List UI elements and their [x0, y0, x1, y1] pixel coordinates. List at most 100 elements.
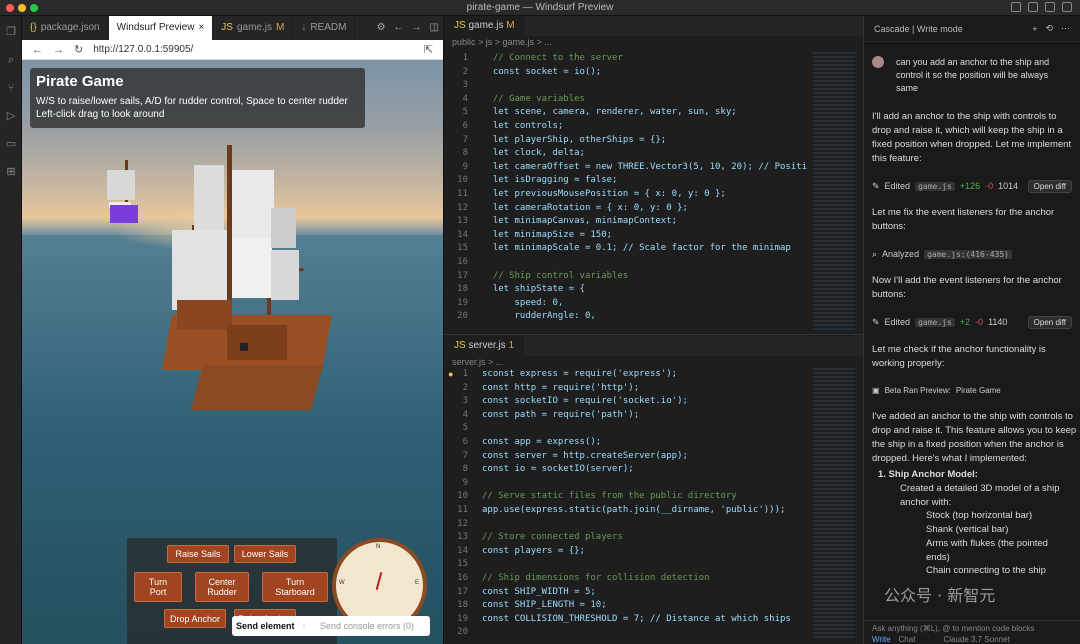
source-control-icon[interactable]: ⑂	[5, 82, 17, 94]
code-line[interactable]: 16	[444, 256, 814, 270]
code-line[interactable]: 1 sconst express = require('express');	[444, 368, 814, 382]
code-line[interactable]: 2 const http = require('http');	[444, 382, 814, 396]
lightbulb-icon[interactable]: ●	[448, 369, 453, 379]
back-arrow-icon[interactable]: ←	[32, 44, 43, 56]
code-line[interactable]: 17 const SHIP_WIDTH = 5;	[444, 586, 814, 600]
code-line[interactable]: 13 let minimapCanvas, minimapContext;	[444, 215, 814, 229]
code-line[interactable]: 18 let shipState = {	[444, 283, 814, 297]
code-line[interactable]: 20 rudderAngle: 0,	[444, 310, 814, 324]
analyze-icon: ⌕	[872, 248, 878, 259]
code-line[interactable]: 13 // Store connected players	[444, 531, 814, 545]
code-line[interactable]: 15	[444, 558, 814, 572]
code-line[interactable]: 19 speed: 0,	[444, 297, 814, 311]
code-line[interactable]: 8 const io = socketIO(server);	[444, 463, 814, 477]
code-area-server-js[interactable]: 1 sconst express = require('express'); 2 co…	[444, 368, 814, 640]
code-line[interactable]: 6 let controls;	[444, 120, 814, 134]
code-line[interactable]: 3 const socketIO = require('socket.io');	[444, 395, 814, 409]
center-rudder-button[interactable]: Center Rudder	[195, 572, 249, 602]
turn-port-button[interactable]: Turn Port	[134, 572, 182, 602]
layout-icon[interactable]	[1011, 2, 1021, 12]
line-text: let minimapScale = 0.1; // Scale factor …	[482, 243, 791, 254]
code-line[interactable]: 18 const SHIP_LENGTH = 10;	[444, 599, 814, 613]
run-debug-icon[interactable]: ▷	[5, 110, 17, 122]
settings-icon[interactable]	[1062, 2, 1072, 12]
turn-starboard-button[interactable]: Turn Starboard	[262, 572, 328, 602]
code-line[interactable]: 4 // Game variables	[444, 93, 814, 107]
list-subitem: Chain connecting to the ship	[926, 565, 1046, 576]
line-text: // Serve static files from the public di…	[482, 491, 737, 502]
code-line[interactable]: 9 let cameraOffset = new THREE.Vector3(5…	[444, 161, 814, 175]
code-line[interactable]: 6 const app = express();	[444, 436, 814, 450]
raise-sails-button[interactable]: Raise Sails	[167, 545, 229, 563]
code-line[interactable]: 11 let previousMousePosition = { x: 0, y…	[444, 188, 814, 202]
sidebar-icon[interactable]	[1045, 2, 1055, 12]
add-icon[interactable]: +	[1032, 24, 1037, 34]
send-element-button[interactable]: Send element	[236, 621, 295, 631]
code-line[interactable]: 7 let playerShip, otherShips = {};	[444, 134, 814, 148]
minimap[interactable]	[813, 52, 855, 332]
send-console-errors-button[interactable]: Send console errors (0)	[320, 621, 414, 631]
code-line[interactable]: 9	[444, 477, 814, 491]
open-diff-button[interactable]: Open diff	[1027, 179, 1072, 193]
game-viewport[interactable]: Pirate Game W/S to raise/lower sails, A/…	[22, 60, 443, 644]
close-tab-icon[interactable]: ×	[198, 16, 204, 40]
reload-icon[interactable]: ↻	[74, 43, 83, 56]
tab-game-js[interactable]: JS game.js M	[213, 16, 294, 40]
code-line[interactable]: 11 app.use(express.static(path.join(__dir…	[444, 504, 814, 518]
code-line[interactable]: 20	[444, 626, 814, 640]
code-line[interactable]: 7 const server = http.createServer(app);	[444, 450, 814, 464]
back-icon[interactable]: ←	[394, 22, 404, 33]
more-icon[interactable]: ⋯	[1061, 23, 1070, 34]
line-text: const app = express();	[482, 436, 602, 447]
tab-package-json[interactable]: {} package.json	[22, 16, 109, 40]
remote-icon[interactable]: ▭	[5, 138, 17, 150]
code-line[interactable]: 19 const COLLISION_THRESHOLD = 7; // Dist…	[444, 613, 814, 627]
explorer-icon[interactable]: ❐	[5, 26, 17, 38]
code-line[interactable]: 4 const path = require('path');	[444, 409, 814, 423]
open-diff-button[interactable]: Open diff	[1027, 315, 1072, 329]
code-line[interactable]: 5	[444, 422, 814, 436]
model-selector[interactable]: Claude 3.7 Sonnet	[943, 635, 1009, 644]
split-editor-icon[interactable]: ◫	[430, 22, 439, 33]
code-line[interactable]: 16 // Ship dimensions for collision detec…	[444, 572, 814, 586]
lower-sails-button[interactable]: Lower Sails	[234, 545, 296, 563]
open-external-icon[interactable]: ⇱	[424, 43, 433, 56]
history-icon[interactable]: ⟲	[1045, 23, 1053, 34]
chat-mode-toggle[interactable]: Chat	[899, 635, 916, 644]
code-area-game-js[interactable]: 1 // Connect to the server 2 const socket…	[444, 52, 814, 324]
code-line[interactable]: 12 let cameraRotation = { x: 0, y: 0 };	[444, 202, 814, 216]
line-number: 20	[457, 311, 468, 322]
code-line[interactable]: 14 const players = {};	[444, 545, 814, 559]
search-icon[interactable]: ⌕	[5, 54, 17, 66]
code-line[interactable]: 10 // Serve static files from the public …	[444, 490, 814, 504]
code-line[interactable]: 17 // Ship control variables	[444, 270, 814, 284]
code-line[interactable]: 14 let minimapSize = 150;	[444, 229, 814, 243]
chat-input[interactable]: Ask anything (⌘L), @ to mention code blo…	[864, 620, 1080, 644]
gear-icon[interactable]: ⚙	[377, 22, 386, 33]
line-text: let scene, camera, renderer, water, sun,…	[482, 107, 737, 118]
code-line[interactable]: 1 // Connect to the server	[444, 52, 814, 66]
code-line[interactable]: 5 let scene, camera, renderer, water, su…	[444, 106, 814, 120]
code-line[interactable]: 10 let isDragging = false;	[444, 174, 814, 188]
breadcrumb-server: server.js > ...	[452, 357, 504, 367]
write-mode-toggle[interactable]: Write	[872, 635, 891, 644]
tab-game-js-editor[interactable]: JS game.js M	[444, 16, 525, 36]
code-line[interactable]: 12	[444, 518, 814, 532]
code-line[interactable]: 15 let minimapScale = 0.1; // Scale fact…	[444, 242, 814, 256]
tab-readme[interactable]: ↓ READM	[293, 16, 356, 40]
forward-arrow-icon[interactable]: →	[53, 44, 64, 56]
tab-server-js[interactable]: JS server.js 1	[444, 336, 525, 356]
tab-actions: ⚙ ← → ◫	[377, 22, 439, 33]
drop-anchor-button[interactable]: Drop Anchor	[164, 609, 226, 628]
line-text: // Game variables	[482, 93, 585, 104]
tab-windsurf-preview[interactable]: Windsurf Preview ×	[108, 16, 214, 40]
split-divider[interactable]	[444, 334, 864, 335]
url-field[interactable]: http://127.0.0.1:59905/	[93, 44, 193, 55]
extensions-icon[interactable]: ⊞	[5, 166, 17, 178]
code-line[interactable]: 2 const socket = io();	[444, 66, 814, 80]
code-line[interactable]: 3	[444, 79, 814, 93]
code-line[interactable]: 8 let clock, delta;	[444, 147, 814, 161]
minimap-server[interactable]	[813, 368, 855, 638]
panel-icon[interactable]	[1028, 2, 1038, 12]
forward-icon[interactable]: →	[412, 22, 422, 33]
